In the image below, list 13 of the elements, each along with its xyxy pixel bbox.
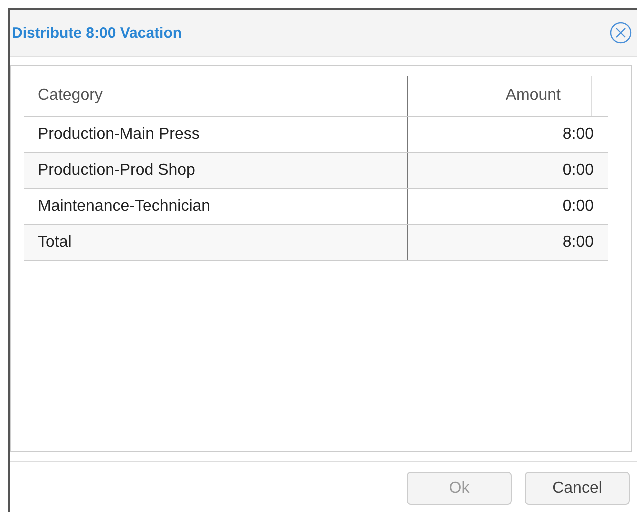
table-cell: Production-Prod Shop [24, 153, 408, 188]
table-cell: Production-Main Press [24, 117, 408, 152]
table-cell: Maintenance-Technician [24, 189, 408, 224]
column-header: Amount [408, 76, 592, 116]
column-header: Category [24, 76, 408, 116]
table-cell: Total [24, 225, 408, 260]
table-cell-text: 0:00 [562, 196, 595, 216]
cancel-button[interactable]: Cancel [525, 472, 630, 505]
table-cell-text: 0:00 [562, 160, 595, 180]
table-cell-text: 8:00 [562, 124, 595, 144]
table-cell-text: 8:00 [562, 232, 595, 252]
dialog-title: Distribute 8:00 Vacation [12, 24, 182, 42]
close-icon[interactable] [610, 22, 632, 44]
